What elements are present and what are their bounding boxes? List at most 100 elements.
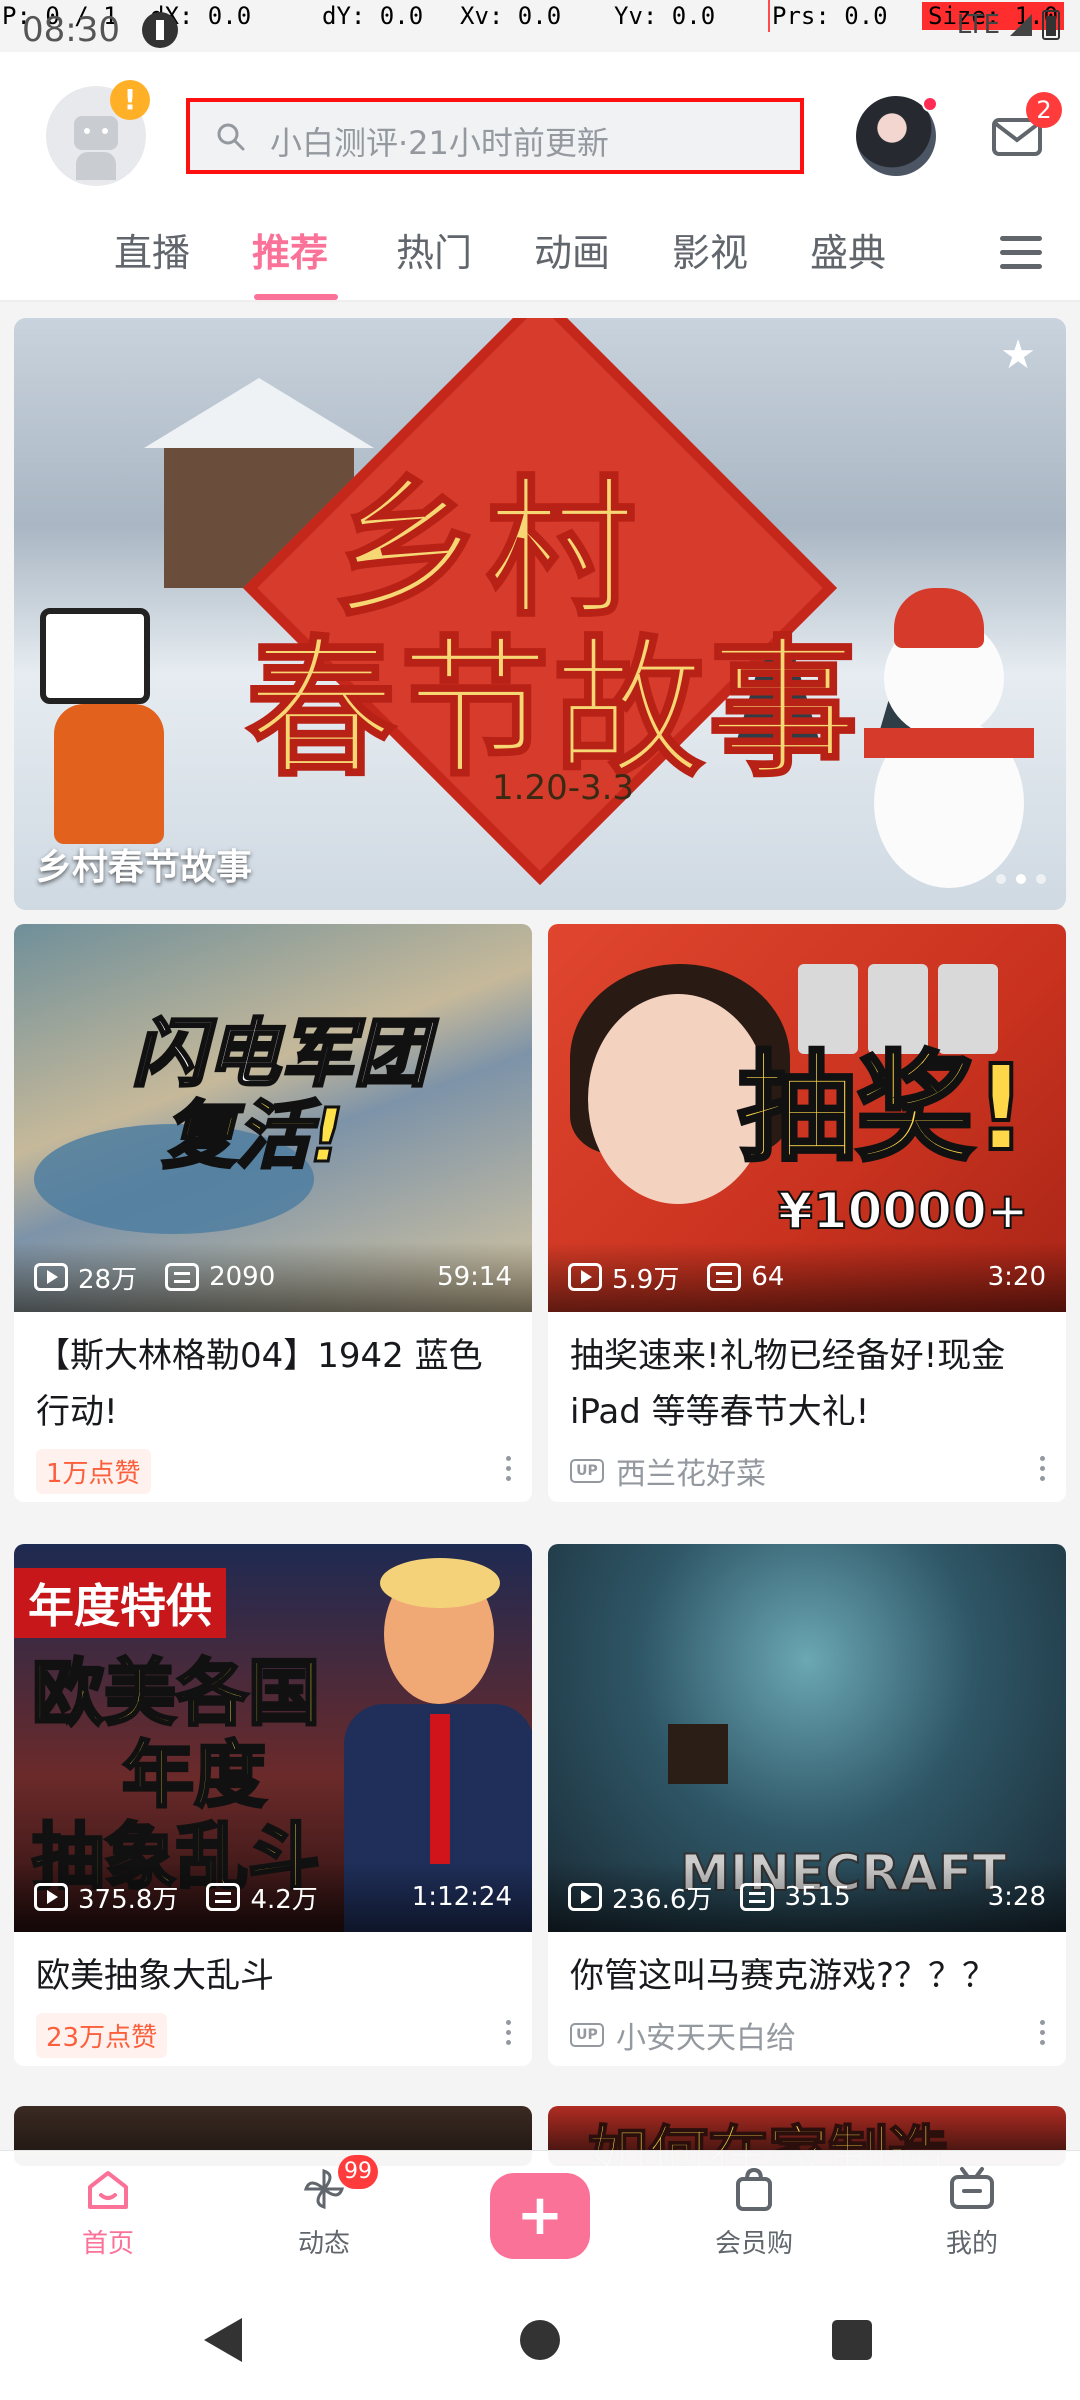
thumb-text: 抽奖!	[736, 1037, 1030, 1179]
nav-mine[interactable]: 我的	[912, 2165, 1032, 2260]
avatar-body	[76, 152, 116, 180]
status-icons: LTE	[957, 10, 1060, 40]
up-icon: UP	[570, 1459, 604, 1483]
view-count: 5.9万	[568, 1259, 679, 1296]
bilibili-tv-avatar[interactable]: !	[46, 80, 150, 186]
tab-live[interactable]: 直播	[114, 222, 190, 277]
view-count: 375.8万	[34, 1879, 178, 1916]
recents-icon[interactable]	[832, 2320, 872, 2360]
more-options-icon[interactable]	[506, 1456, 512, 1486]
uploader-name[interactable]: 西兰花好菜	[616, 1449, 766, 1493]
video-duration: 59:14	[437, 1262, 512, 1292]
status-bar: 08:30 LTE	[0, 0, 1080, 52]
play-icon	[34, 1263, 68, 1291]
banner-caption: 乡村春节故事	[36, 847, 253, 888]
video-thumbnail[interactable]: MINECRAFT 236.6万 3515 3:28	[548, 1544, 1066, 1932]
more-options-icon[interactable]	[1040, 2020, 1046, 2050]
tab-film[interactable]: 影视	[672, 222, 748, 277]
video-thumbnail[interactable]: 抽奖! ¥10000+ 5.9万 64 3:20	[548, 924, 1066, 1312]
media-status-icon	[142, 12, 178, 48]
tab-hot[interactable]: 热门	[396, 222, 472, 277]
video-stats: 236.6万 3515 3:28	[548, 1862, 1066, 1932]
video-duration: 3:28	[987, 1882, 1046, 1912]
hair	[380, 1558, 500, 1608]
signal-icon	[1010, 14, 1032, 36]
more-options-icon[interactable]	[506, 2020, 512, 2050]
danmaku-count: 64	[707, 1262, 784, 1292]
like-badge: 1万点赞	[36, 1448, 151, 1494]
view-count: 236.6万	[568, 1879, 712, 1916]
status-time: 08:30	[22, 10, 120, 50]
card-footer: 23万点赞	[14, 2004, 532, 2066]
nav-vip-shop[interactable]: 会员购	[694, 2165, 814, 2260]
system-navigation-bar	[0, 2276, 1080, 2400]
card-footer: 1万点赞	[14, 1440, 532, 1502]
video-title[interactable]: 你管这叫马赛克游戏?？？？	[548, 1932, 1066, 2004]
video-card[interactable]: MINECRAFT 236.6万 3515 3:28 你管这叫马赛克游戏?？？？…	[548, 1544, 1066, 2066]
shopping-bag-icon	[736, 2167, 772, 2211]
mascot-body	[54, 704, 164, 844]
danmaku-count-text: 4.2万	[250, 1884, 318, 1915]
star-icon: ★	[1000, 332, 1036, 378]
tv-icon	[74, 116, 118, 150]
danmaku-count-text: 64	[751, 1262, 785, 1292]
mail-badge: 2	[1026, 92, 1062, 128]
play-icon	[568, 1263, 602, 1291]
view-count-text: 236.6万	[612, 1884, 713, 1915]
view-count-text: 5.9万	[612, 1264, 680, 1295]
tab-anime[interactable]: 动画	[534, 222, 610, 277]
video-title[interactable]: 【斯大林格勒04】1942 蓝色行动!	[14, 1312, 532, 1440]
network-type: LTE	[956, 10, 1000, 40]
dynamic-badge: 99	[338, 2155, 378, 2189]
nav-home[interactable]: 首页	[48, 2165, 168, 2260]
thumb-tag: 年度特供	[14, 1568, 226, 1638]
mascot-tv-head	[40, 608, 150, 704]
search-input[interactable]: 小白测评·21小时前更新	[186, 98, 804, 174]
search-icon	[217, 123, 245, 151]
home-circle-icon[interactable]	[520, 2320, 560, 2360]
tab-recommend[interactable]: 推荐	[252, 222, 328, 277]
card-footer: UP 小安天天白给	[548, 2004, 1066, 2066]
danmaku-count: 4.2万	[206, 1879, 318, 1916]
video-thumbnail[interactable]: 年度特供 欧美各国 年度 抽象乱斗 375.8万 4.2万 1:12:24	[14, 1544, 532, 1932]
pagination-dot	[996, 874, 1006, 884]
video-card[interactable]: 年度特供 欧美各国 年度 抽象乱斗 375.8万 4.2万 1:12:24 欧美…	[14, 1544, 532, 2066]
publish-button[interactable]: +	[490, 2173, 590, 2259]
danmaku-icon	[165, 1263, 200, 1291]
video-title[interactable]: 欧美抽象大乱斗	[14, 1932, 532, 2004]
warning-badge: !	[110, 80, 150, 120]
tab-gala[interactable]: 盛典	[810, 222, 886, 277]
video-stats: 28万 2090 59:14	[14, 1242, 532, 1312]
search-placeholder: 小白测评·21小时前更新	[270, 124, 609, 162]
video-title[interactable]: 抽奖速来!礼物已经备好!现金 iPad 等等春节大礼!	[548, 1312, 1066, 1440]
uploader-name[interactable]: 小安天天白给	[616, 2013, 796, 2057]
up-icon: UP	[570, 2023, 604, 2047]
snowman-scarf	[864, 728, 1034, 758]
video-duration: 3:20	[987, 1262, 1046, 1292]
video-duration: 1:12:24	[411, 1882, 512, 1912]
back-icon[interactable]	[204, 2318, 242, 2362]
nav-home-label: 首页	[81, 2229, 134, 2259]
play-icon	[34, 1883, 68, 1911]
nav-dynamic-label: 动态	[297, 2229, 350, 2259]
video-thumbnail[interactable]: 闪电军团 复活! 28万 2090 59:14	[14, 924, 532, 1312]
video-card[interactable]: 抽奖! ¥10000+ 5.9万 64 3:20 抽奖速来!礼物已经备好!现金 …	[548, 924, 1066, 1502]
nav-vip-shop-label: 会员购	[714, 2229, 793, 2259]
tv-icon	[950, 2167, 994, 2209]
view-count: 28万	[34, 1259, 137, 1296]
pagination-dot-active	[1016, 874, 1026, 884]
menu-icon[interactable]	[1000, 236, 1042, 270]
promo-banner[interactable]: 乡村 春节故事 1.20-3.3 ★ 乡村春节故事	[14, 318, 1066, 910]
more-options-icon[interactable]	[1040, 1456, 1046, 1486]
home-icon	[88, 2171, 128, 2209]
snowman-hat	[894, 588, 984, 648]
pagination-dot	[1036, 874, 1046, 884]
video-card[interactable]: 闪电军团 复活! 28万 2090 59:14 【斯大林格勒04】1942 蓝色…	[14, 924, 532, 1502]
danmaku-count-text: 2090	[209, 1262, 276, 1292]
battery-icon	[1042, 10, 1060, 40]
danmaku-count: 3515	[740, 1882, 851, 1912]
channel-tabs: 直播 推荐 热门 动画 影视 盛典	[0, 202, 1080, 302]
video-stats: 5.9万 64 3:20	[548, 1242, 1066, 1312]
tie	[430, 1714, 450, 1864]
avatar-notification-dot	[922, 96, 938, 112]
